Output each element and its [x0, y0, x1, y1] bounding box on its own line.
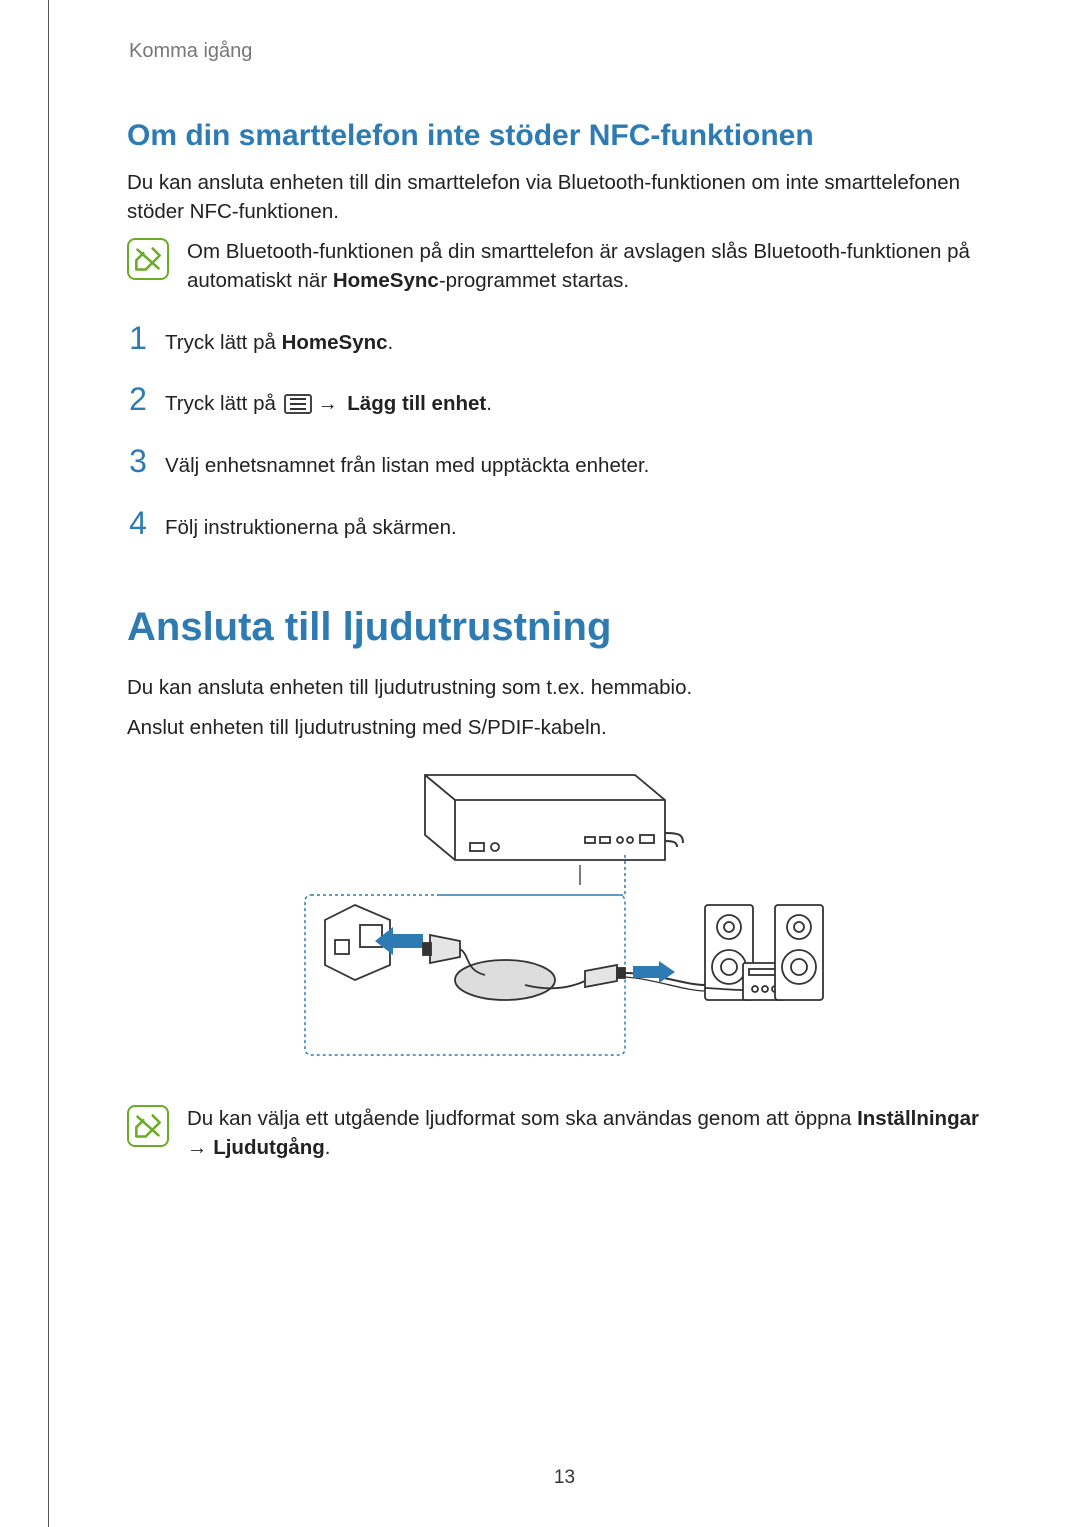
note-icon [127, 238, 169, 280]
menu-icon [284, 394, 312, 414]
manual-page: Komma igång Om din smarttelefon inte stö… [48, 0, 1080, 1527]
step-number: 2 [127, 381, 149, 418]
step-number: 4 [127, 505, 149, 542]
breadcrumb: Komma igång [129, 40, 1002, 63]
note-bluetooth-text: Om Bluetooth-funktionen på din smarttele… [187, 238, 1002, 295]
note-audio-output: Du kan välja ett utgående ljudformat som… [127, 1105, 1002, 1162]
page-number: 13 [49, 1467, 1080, 1489]
note-text-bold: HomeSync [333, 269, 439, 292]
note-audio-bold2: Ljudutgång [213, 1136, 325, 1159]
step-1-text: Tryck lätt på HomeSync. [165, 329, 393, 358]
step-2-text: Tryck lätt på → Lägg till enhet. [165, 390, 492, 419]
section-audio-title: Ansluta till ljudutrustning [127, 605, 1002, 650]
audio-p2: Anslut enheten till ljudutrustning med S… [127, 714, 1002, 743]
note-audio-text: Du kan välja ett utgående ljudformat som… [187, 1105, 1002, 1162]
arrow-icon: → [318, 393, 338, 415]
note-audio-bold1: Inställningar [857, 1107, 979, 1130]
audio-p1: Du kan ansluta enheten till ljudutrustni… [127, 674, 1002, 703]
step-1-bold: HomeSync [282, 331, 388, 354]
steps-list: 1 Tryck lätt på HomeSync. 2 Tryck lätt p… [127, 320, 1002, 543]
note-audio-post: . [325, 1136, 331, 1159]
step-4-text: Följ instruktionerna på skärmen. [165, 514, 457, 543]
section-nfc-title: Om din smarttelefon inte stöder NFC-funk… [127, 119, 1002, 153]
step-2: 2 Tryck lätt på → Lägg till enhet. [127, 381, 1002, 419]
note-text-post: -programmet startas. [439, 269, 629, 292]
step-1-post: . [388, 331, 394, 354]
spdif-illustration [127, 765, 1002, 1075]
note-audio-pre: Du kan välja ett utgående ljudformat som… [187, 1107, 857, 1130]
nfc-intro-text: Du kan ansluta enheten till din smarttel… [127, 169, 1002, 226]
step-3-text: Välj enhetsnamnet från listan med upptäc… [165, 452, 649, 481]
step-3: 3 Välj enhetsnamnet från listan med uppt… [127, 443, 1002, 481]
step-number: 3 [127, 443, 149, 480]
step-number: 1 [127, 320, 149, 357]
note-icon [127, 1105, 169, 1147]
step-1: 1 Tryck lätt på HomeSync. [127, 320, 1002, 358]
step-2-bold: Lägg till enhet [347, 392, 486, 415]
note-bluetooth: Om Bluetooth-funktionen på din smarttele… [127, 238, 1002, 295]
step-1-pre: Tryck lätt på [165, 331, 282, 354]
step-4: 4 Följ instruktionerna på skärmen. [127, 505, 1002, 543]
note-audio-arrow: → [187, 1136, 213, 1159]
step-2-pre: Tryck lätt på [165, 392, 282, 415]
step-2-post: . [486, 392, 492, 415]
